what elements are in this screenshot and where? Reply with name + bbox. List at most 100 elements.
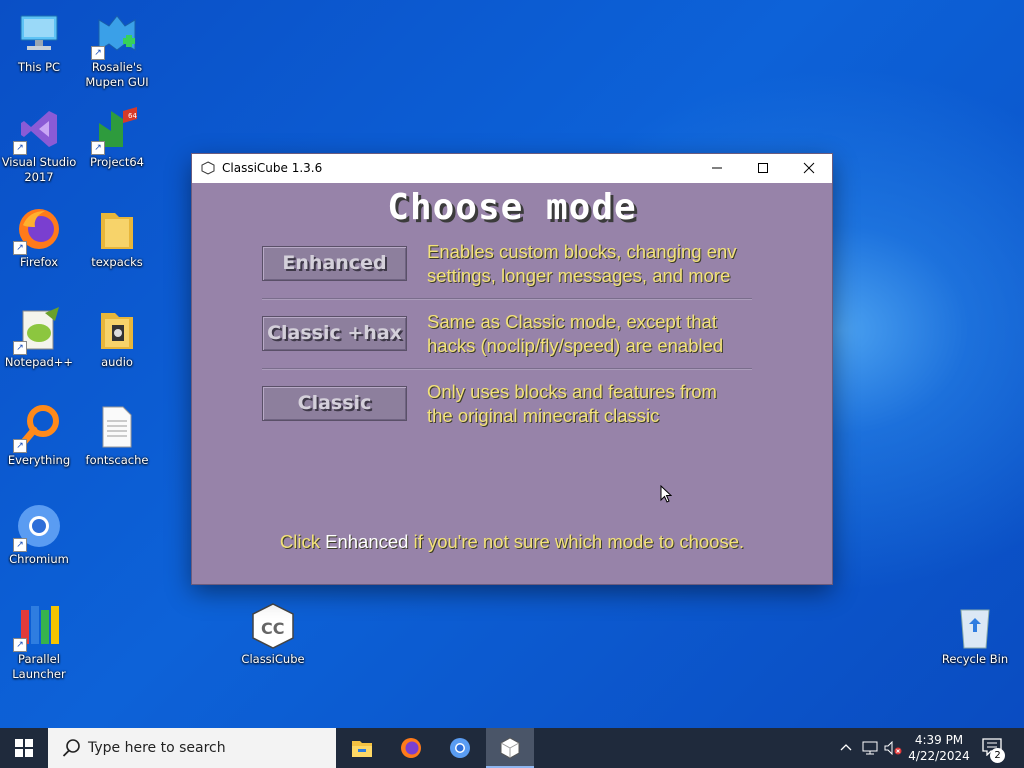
windows-logo-icon bbox=[15, 739, 33, 757]
this-pc-icon bbox=[15, 10, 63, 58]
desktop-icon-project64[interactable]: 64 ↗ Project64 bbox=[78, 105, 156, 170]
notification-count-badge: 2 bbox=[990, 748, 1005, 763]
classic-mode-button[interactable]: Classic bbox=[262, 386, 407, 421]
desktop-icon-label: Notepad++ bbox=[4, 355, 74, 369]
classic-hax-mode-description: Same as Classic mode, except that hacks … bbox=[427, 310, 787, 358]
desktop-icon-texpacks[interactable]: texpacks bbox=[78, 205, 156, 270]
hint-text: Click Enhanced if you're not sure which … bbox=[192, 531, 832, 553]
enhanced-mode-button[interactable]: Enhanced bbox=[262, 246, 407, 281]
minimize-icon bbox=[712, 167, 722, 169]
description-line: settings, longer messages, and more bbox=[427, 265, 731, 286]
hint-highlight: Enhanced bbox=[325, 531, 409, 552]
desktop-icon-label: Project64 bbox=[90, 155, 144, 169]
desktop-icon-recycle-bin[interactable]: Recycle Bin bbox=[936, 602, 1014, 667]
audio-folder-icon bbox=[93, 305, 141, 353]
desktop-icon-label: texpacks bbox=[91, 255, 143, 269]
search-placeholder: Type here to search bbox=[88, 740, 226, 756]
system-tray bbox=[836, 728, 902, 768]
desktop-icon-label: This PC bbox=[17, 60, 61, 74]
desktop-icon-rosalies-mupen-gui[interactable]: ↗ Rosalie's Mupen GUI bbox=[78, 10, 156, 90]
desktop-icon-label: Rosalie's Mupen GUI bbox=[85, 60, 149, 89]
shortcut-arrow-icon: ↗ bbox=[13, 341, 27, 355]
taskbar-chromium[interactable] bbox=[436, 728, 484, 768]
parallel-launcher-icon: ↗ bbox=[13, 602, 63, 652]
clock-time: 4:39 PM bbox=[914, 733, 964, 747]
recycle-bin-icon bbox=[951, 602, 999, 650]
search-icon bbox=[62, 739, 80, 757]
window-title: ClassiCube 1.3.6 bbox=[222, 161, 323, 175]
maximize-button[interactable] bbox=[740, 154, 786, 183]
separator bbox=[262, 368, 752, 370]
description-line: Same as Classic mode, except that bbox=[427, 311, 717, 332]
desktop-icon-label: Everything bbox=[7, 453, 71, 467]
taskbar-search-box[interactable]: Type here to search bbox=[48, 728, 336, 768]
chromium-icon: ↗ bbox=[13, 502, 63, 552]
shortcut-arrow-icon: ↗ bbox=[13, 638, 27, 652]
mupen-gui-icon: ↗ bbox=[91, 10, 141, 60]
mouse-cursor-icon bbox=[660, 485, 672, 503]
desktop-icon-label: Visual Studio 2017 bbox=[1, 155, 77, 184]
close-icon bbox=[803, 162, 815, 174]
svg-text:64: 64 bbox=[128, 112, 137, 120]
description-line: Only uses blocks and features from bbox=[427, 381, 717, 402]
taskbar-file-explorer[interactable] bbox=[338, 728, 386, 768]
file-icon bbox=[93, 403, 141, 451]
desktop-icon-firefox[interactable]: ↗ Firefox bbox=[0, 205, 78, 270]
minimize-button[interactable] bbox=[694, 154, 740, 183]
desktop-icon-label: fontscache bbox=[85, 453, 149, 467]
separator bbox=[262, 298, 752, 300]
enhanced-mode-description: Enables custom blocks, changing env sett… bbox=[427, 240, 787, 288]
desktop-icon-everything[interactable]: ↗ Everything bbox=[0, 403, 78, 468]
launcher-client-area: Choose mode Enhanced Enables custom bloc… bbox=[192, 183, 832, 584]
desktop-icon-notepad-plus-plus[interactable]: ↗ Notepad++ bbox=[0, 305, 78, 370]
chevron-up-icon[interactable] bbox=[840, 742, 852, 754]
taskbar-classicube[interactable] bbox=[486, 728, 534, 768]
desktop-icon-fontscache[interactable]: fontscache bbox=[78, 403, 156, 468]
desktop-icon-chromium[interactable]: ↗ Chromium bbox=[0, 502, 78, 567]
desktop-icon-this-pc[interactable]: This PC bbox=[0, 10, 78, 75]
shortcut-arrow-icon: ↗ bbox=[91, 141, 105, 155]
taskbar-clock[interactable]: 4:39 PM 4/22/2024 bbox=[900, 732, 978, 764]
shortcut-arrow-icon: ↗ bbox=[91, 46, 105, 60]
close-button[interactable] bbox=[786, 154, 832, 183]
start-button[interactable] bbox=[0, 728, 48, 768]
desktop-icon-label: ClassiCube bbox=[241, 652, 305, 666]
project64-icon: 64 ↗ bbox=[91, 105, 141, 155]
taskbar: Type here to search 4:39 PM 4/22/2024 2 bbox=[0, 728, 1024, 768]
shortcut-arrow-icon: ↗ bbox=[13, 439, 27, 453]
taskbar-firefox[interactable] bbox=[387, 728, 435, 768]
shortcut-arrow-icon: ↗ bbox=[13, 241, 27, 255]
description-line: the original minecraft classic bbox=[427, 405, 660, 426]
everything-search-icon: ↗ bbox=[13, 403, 63, 453]
desktop-icon-label: Chromium bbox=[9, 552, 69, 566]
maximize-icon bbox=[758, 163, 768, 173]
clock-date: 4/22/2024 bbox=[908, 749, 970, 763]
desktop-icon-label: Parallel Launcher bbox=[12, 652, 66, 681]
shortcut-arrow-icon: ↗ bbox=[13, 141, 27, 155]
firefox-icon bbox=[401, 738, 421, 758]
chromium-icon bbox=[450, 738, 470, 758]
desktop-icon-classicube[interactable]: CC ClassiCube bbox=[234, 602, 312, 667]
classic-mode-description: Only uses blocks and features from the o… bbox=[427, 380, 787, 428]
file-explorer-icon bbox=[352, 741, 372, 757]
desktop-icon-audio[interactable]: audio bbox=[78, 305, 156, 370]
desktop-icon-parallel-launcher[interactable]: ↗ Parallel Launcher bbox=[0, 602, 78, 682]
description-line: Enables custom blocks, changing env bbox=[427, 241, 737, 262]
firefox-icon: ↗ bbox=[13, 205, 63, 255]
svg-text:CC: CC bbox=[261, 619, 284, 638]
desktop-icon-visual-studio[interactable]: ↗ Visual Studio 2017 bbox=[0, 105, 78, 185]
visual-studio-icon: ↗ bbox=[13, 105, 63, 155]
classicube-app-icon bbox=[201, 161, 215, 175]
description-line: hacks (noclip/fly/speed) are enabled bbox=[427, 335, 724, 356]
network-icon[interactable] bbox=[862, 741, 878, 755]
desktop-icon-label: audio bbox=[101, 355, 133, 369]
classicube-icon: CC bbox=[249, 602, 297, 650]
window-titlebar[interactable]: ClassiCube 1.3.6 bbox=[192, 154, 832, 183]
classicube-icon bbox=[500, 737, 520, 759]
desktop-icon-label: Firefox bbox=[19, 255, 59, 269]
desktop-icon-label: Recycle Bin bbox=[941, 652, 1009, 666]
hint-text-part: if you're not sure which mode to choose. bbox=[408, 531, 745, 552]
shortcut-arrow-icon: ↗ bbox=[13, 538, 27, 552]
folder-icon bbox=[93, 205, 141, 253]
classic-hax-mode-button[interactable]: Classic +hax bbox=[262, 316, 407, 351]
